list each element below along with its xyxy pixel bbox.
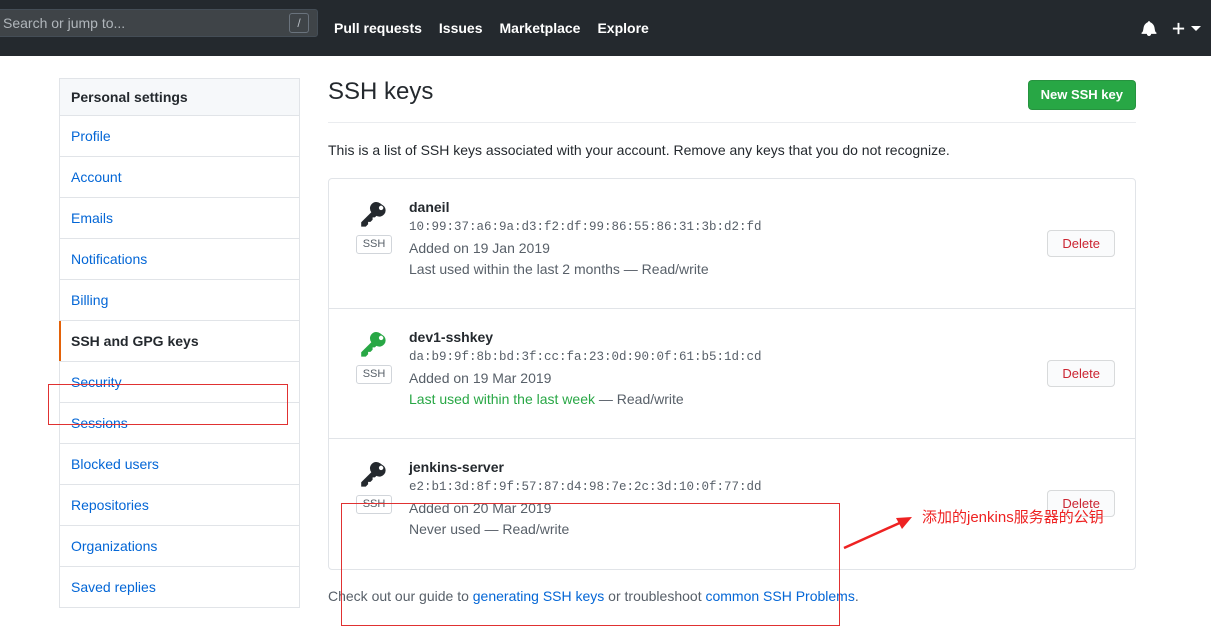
ssh-key-row: SSH dev1-sshkey da:b9:9f:8b:bd:3f:cc:fa:… [329, 309, 1135, 439]
top-header-bar: / Pull requests Issues Marketplace Explo… [0, 0, 1211, 56]
key-actions: Delete [1047, 229, 1119, 257]
primary-nav: Pull requests Issues Marketplace Explore [334, 0, 649, 56]
key-icon-column: SSH [345, 325, 403, 384]
key-actions: Delete [1047, 359, 1119, 387]
sidebar-item-emails[interactable]: Emails [60, 198, 299, 239]
page-body: Personal settings Profile Account Emails… [0, 56, 1211, 626]
sidebar-item-organizations[interactable]: Organizations [60, 526, 299, 567]
sidebar-item-label: Security [71, 374, 122, 390]
sidebar-item-label: SSH and GPG keys [71, 333, 199, 349]
sidebar-item-billing[interactable]: Billing [60, 280, 299, 321]
key-usage: Last used within the last 2 months — Rea… [409, 259, 1047, 280]
footnote-suffix: . [854, 587, 859, 604]
bell-icon[interactable] [1141, 20, 1157, 37]
key-added-date: Added on 19 Mar 2019 [409, 370, 552, 387]
sidebar-item-label: Notifications [71, 251, 148, 267]
help-footnote: Check out our guide to generating SSH ke… [328, 588, 1136, 604]
key-usage-text: Last used within the last week [409, 391, 595, 408]
sidebar-item-saved-replies[interactable]: Saved replies [60, 567, 299, 608]
sidebar-item-label: Saved replies [71, 579, 156, 595]
sidebar-heading: Personal settings [60, 79, 299, 116]
sidebar-item-repositories[interactable]: Repositories [60, 485, 299, 526]
key-title[interactable]: daneil [409, 197, 1047, 217]
chevron-down-icon[interactable] [1191, 25, 1201, 31]
page-title: SSH keys [328, 78, 434, 105]
key-permission: — Read/write [619, 261, 709, 278]
search-box[interactable]: / [0, 9, 318, 37]
nav-item-pull-requests[interactable]: Pull requests [334, 20, 422, 36]
page-header: SSH keys New SSH key [328, 78, 1136, 123]
search-input[interactable] [1, 14, 289, 32]
ssh-key-row: SSH jenkins-server e2:b1:3d:8f:9f:57:87:… [329, 439, 1135, 569]
sidebar-item-label: Billing [71, 292, 109, 308]
nav-item-marketplace[interactable]: Marketplace [500, 20, 581, 36]
key-added-date: Added on 19 Jan 2019 [409, 240, 550, 257]
footnote-prefix: Check out our guide to [328, 587, 473, 604]
key-details: dev1-sshkey da:b9:9f:8b:bd:3f:cc:fa:23:0… [403, 325, 1047, 411]
key-fingerprint: 10:99:37:a6:9a:d3:f2:df:99:86:55:86:31:3… [409, 219, 762, 234]
key-usage-text: Last used within the last 2 months [409, 261, 620, 278]
sidebar-item-label: Blocked users [71, 456, 159, 472]
sidebar-item-sessions[interactable]: Sessions [60, 403, 299, 444]
key-type-badge: SSH [355, 494, 393, 514]
sidebar-item-label: Sessions [71, 415, 128, 431]
settings-sidebar: Personal settings Profile Account Emails… [59, 78, 300, 608]
sidebar-item-label: Organizations [71, 538, 158, 554]
sidebar-item-ssh-and-gpg-keys[interactable]: SSH and GPG keys [59, 321, 299, 362]
sidebar-item-notifications[interactable]: Notifications [60, 239, 299, 280]
key-usage-text: Never used [409, 521, 481, 538]
sidebar-item-label: Profile [71, 128, 111, 144]
key-title[interactable]: dev1-sshkey [409, 327, 1047, 347]
delete-key-button[interactable]: Delete [1047, 229, 1115, 257]
footnote-middle: or troubleshoot [604, 587, 706, 604]
key-icon [361, 331, 386, 357]
key-fingerprint: da:b9:9f:8b:bd:3f:cc:fa:23:0d:90:0f:61:b… [409, 349, 762, 364]
delete-key-button[interactable]: Delete [1047, 359, 1115, 387]
key-permission: — Read/write [595, 391, 684, 408]
new-ssh-key-button[interactable]: New SSH key [1027, 80, 1136, 110]
page-description: This is a list of SSH keys associated wi… [328, 141, 950, 158]
key-details: jenkins-server e2:b1:3d:8f:9f:57:87:d4:9… [403, 455, 1047, 541]
sidebar-item-profile[interactable]: Profile [60, 116, 299, 157]
ssh-key-row: SSH daneil 10:99:37:a6:9a:d3:f2:df:99:86… [329, 179, 1135, 309]
sidebar-item-account[interactable]: Account [60, 157, 299, 198]
header-actions [1141, 0, 1201, 56]
sidebar-item-security[interactable]: Security [60, 362, 299, 403]
main-content: SSH keys New SSH key This is a list of S… [328, 78, 1136, 618]
sidebar-item-blocked-users[interactable]: Blocked users [60, 444, 299, 485]
sidebar-item-label: Emails [71, 210, 114, 226]
nav-item-issues[interactable]: Issues [439, 20, 483, 36]
key-icon-column: SSH [345, 195, 403, 254]
plus-icon[interactable] [1171, 21, 1186, 36]
key-icon-column: SSH [345, 455, 403, 514]
nav-item-explore[interactable]: Explore [597, 20, 648, 36]
key-type-badge: SSH [355, 234, 393, 254]
key-fingerprint: e2:b1:3d:8f:9f:57:87:d4:98:7e:2c:3d:10:0… [409, 479, 762, 494]
annotation-note: 添加的jenkins服务器的公钥 [922, 509, 1104, 526]
sidebar-item-label: Account [71, 169, 122, 185]
key-details: daneil 10:99:37:a6:9a:d3:f2:df:99:86:55:… [403, 195, 1047, 281]
common-ssh-problems-link[interactable]: common SSH Problems [705, 588, 854, 604]
key-usage: Last used within the last week — Read/wr… [409, 389, 1047, 410]
create-new-menu[interactable] [1171, 21, 1201, 36]
sidebar-item-label: Repositories [71, 497, 149, 513]
generating-ssh-keys-link[interactable]: generating SSH keys [473, 588, 605, 604]
key-permission: — Read/write [480, 521, 570, 538]
key-title[interactable]: jenkins-server [409, 457, 1047, 477]
key-type-badge: SSH [355, 364, 393, 384]
search-shortcut-badge: / [289, 13, 309, 33]
key-icon [361, 201, 386, 227]
key-icon [361, 461, 386, 487]
